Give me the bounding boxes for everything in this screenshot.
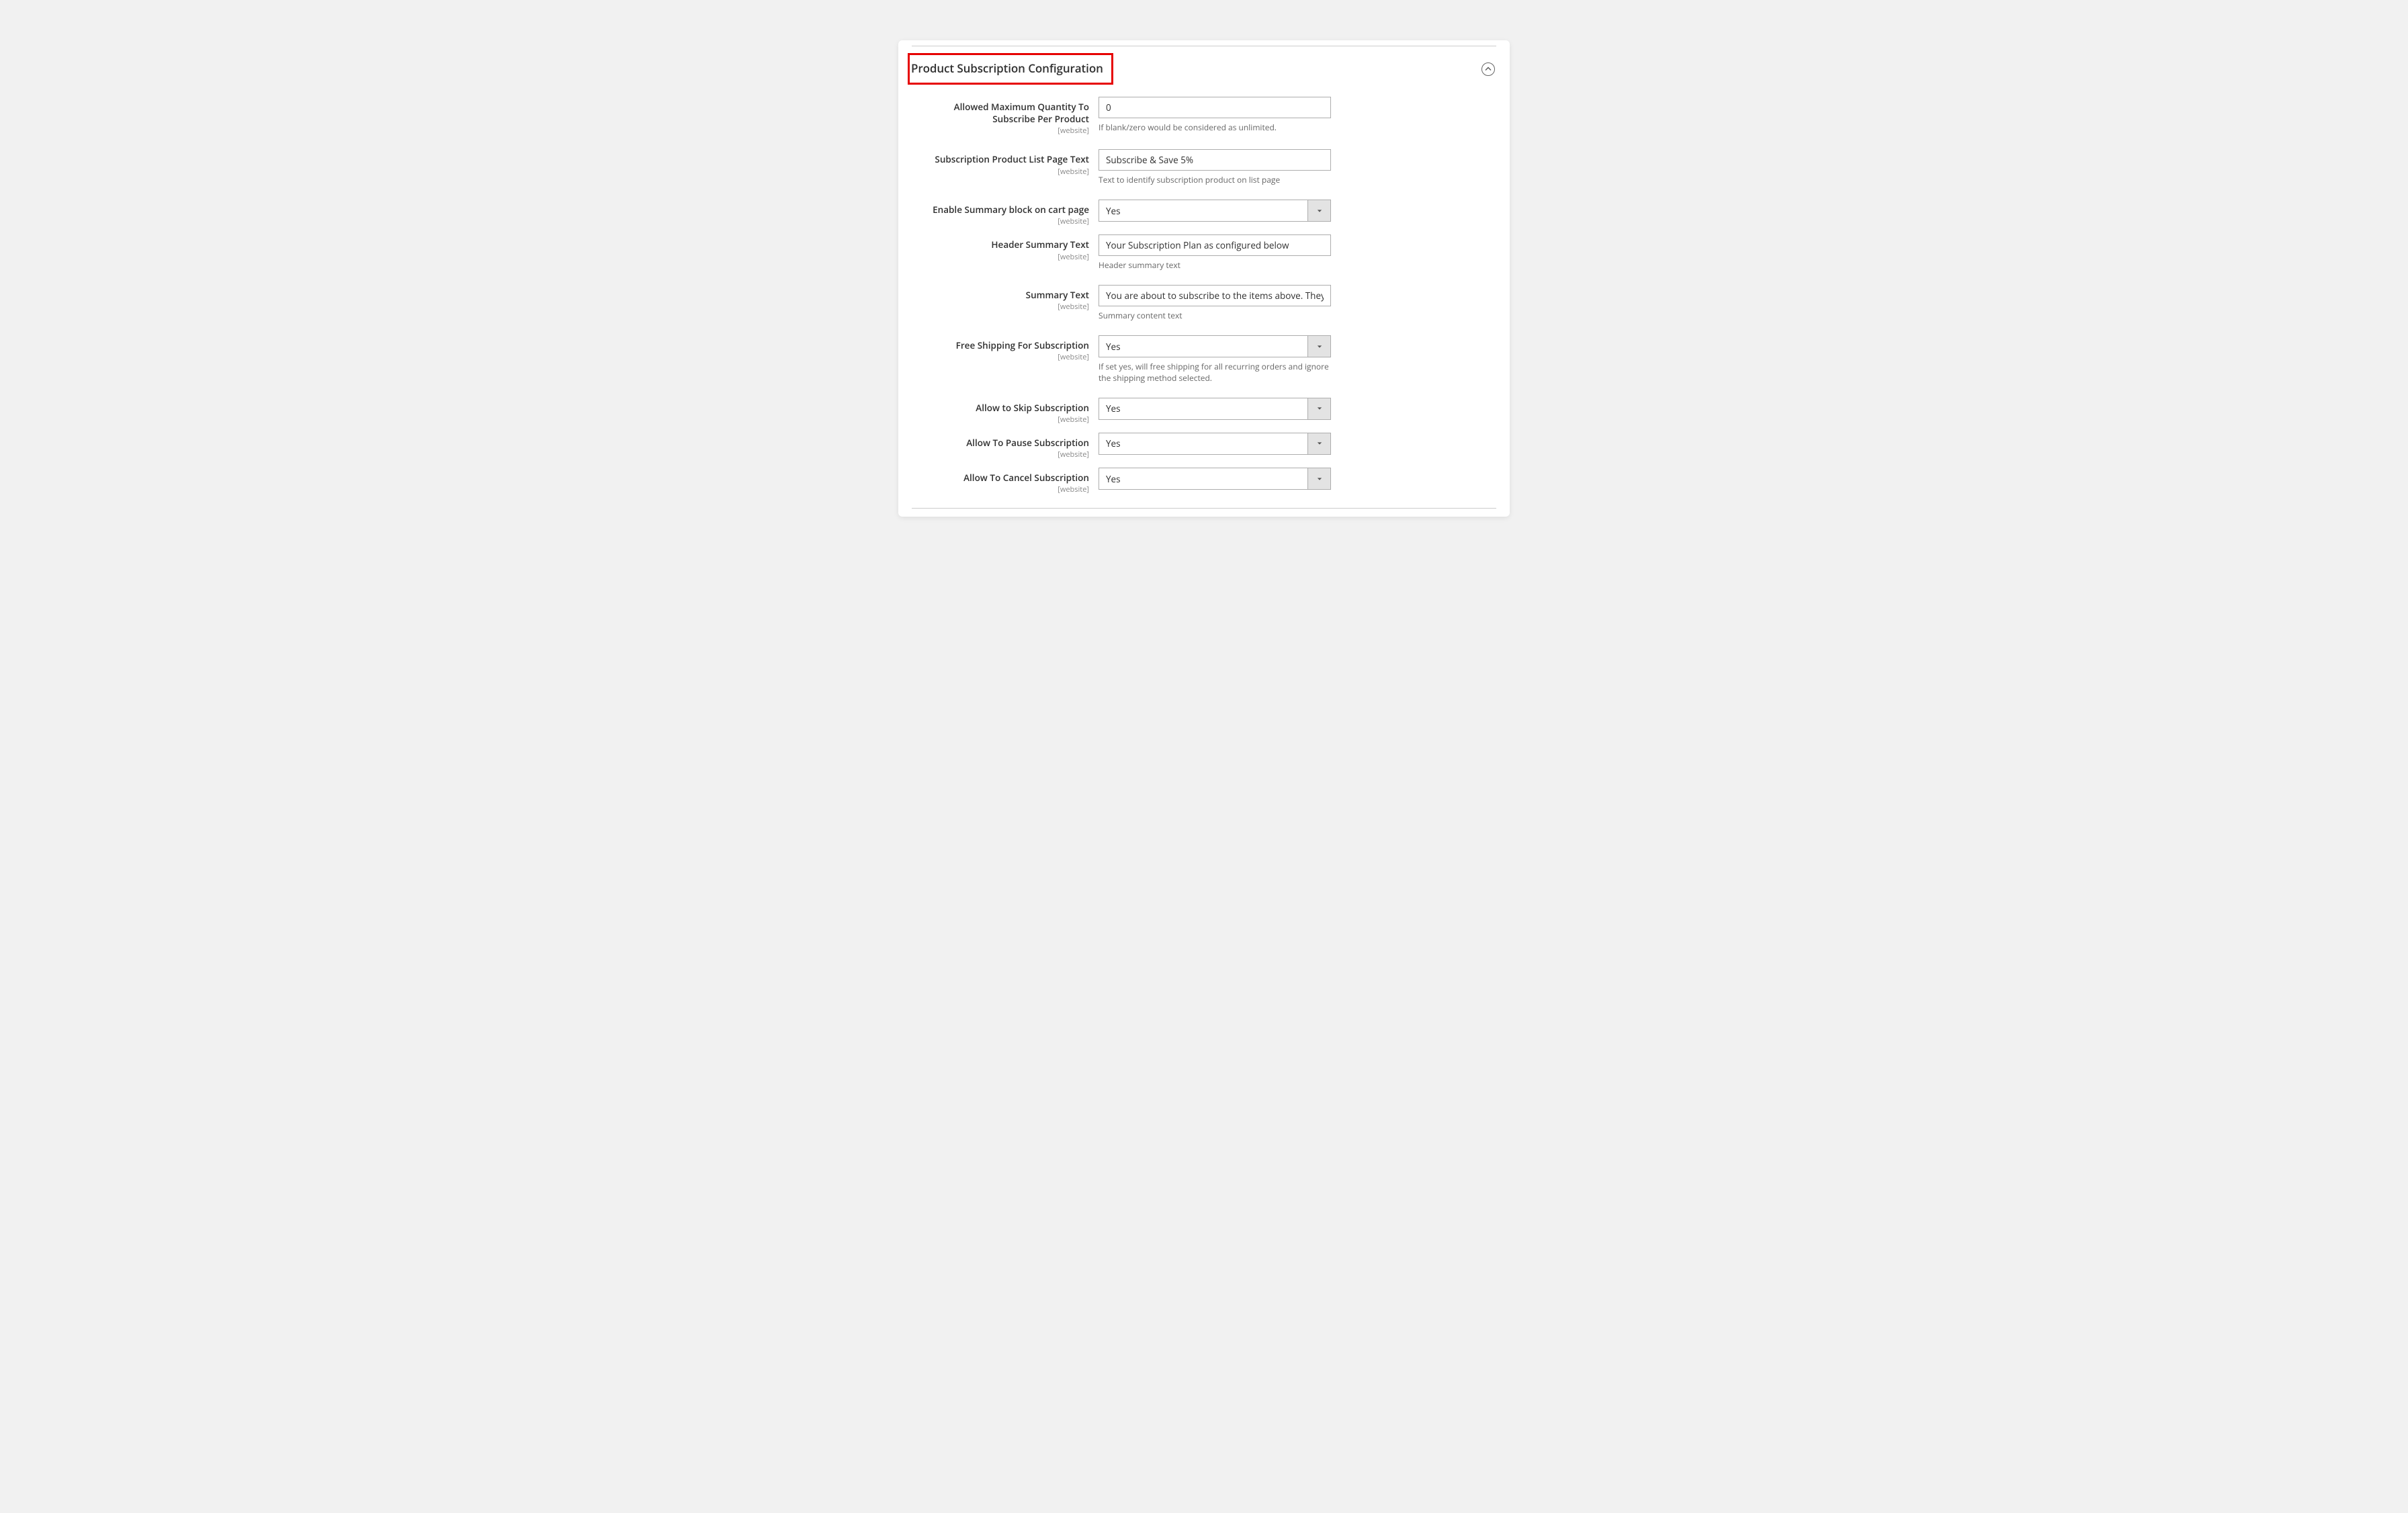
- field-scope: [website]: [912, 415, 1089, 425]
- collapse-toggle[interactable]: [1481, 62, 1495, 76]
- field-label: Subscription Product List Page Text: [912, 153, 1089, 165]
- input-col: Yes: [1099, 200, 1331, 222]
- allow-skip-select[interactable]: Yes: [1099, 398, 1331, 420]
- input-col: If blank/zero would be considered as unl…: [1099, 97, 1331, 134]
- select-arrow: [1307, 336, 1330, 357]
- label-col: Summary Text [website]: [912, 285, 1099, 312]
- select-arrow: [1307, 468, 1330, 489]
- label-col: Free Shipping For Subscription [website]: [912, 335, 1099, 362]
- select-value: Yes: [1099, 398, 1307, 419]
- field-scope: [website]: [912, 352, 1089, 362]
- chevron-up-icon: [1485, 66, 1492, 73]
- help-text: If set yes, will free shipping for all r…: [1099, 361, 1331, 384]
- field-label: Header Summary Text: [912, 239, 1089, 251]
- field-label: Allow To Pause Subscription: [912, 437, 1089, 449]
- input-col: Text to identify subscription product on…: [1099, 149, 1331, 186]
- help-text: If blank/zero would be considered as unl…: [1099, 122, 1331, 134]
- caret-down-icon: [1317, 406, 1322, 411]
- section-title: Product Subscription Configuration: [911, 60, 1103, 76]
- input-col: Yes: [1099, 398, 1331, 420]
- label-col: Allow to Skip Subscription [website]: [912, 398, 1099, 425]
- allow-cancel-select[interactable]: Yes: [1099, 468, 1331, 490]
- help-text: Text to identify subscription product on…: [1099, 175, 1331, 186]
- caret-down-icon: [1317, 476, 1322, 482]
- config-panel: Product Subscription Configuration Allow…: [898, 40, 1510, 517]
- label-col: Subscription Product List Page Text [web…: [912, 149, 1099, 176]
- summary-text-input[interactable]: [1099, 285, 1331, 306]
- input-col: Yes: [1099, 433, 1331, 455]
- field-scope: [website]: [912, 252, 1089, 262]
- select-value: Yes: [1099, 468, 1307, 489]
- field-label: Free Shipping For Subscription: [912, 339, 1089, 351]
- list-text-input[interactable]: [1099, 149, 1331, 171]
- field-list-text: Subscription Product List Page Text [web…: [912, 149, 1496, 186]
- field-label: Allow to Skip Subscription: [912, 402, 1089, 414]
- allow-pause-select[interactable]: Yes: [1099, 433, 1331, 455]
- enable-summary-select[interactable]: Yes: [1099, 200, 1331, 222]
- select-value: Yes: [1099, 336, 1307, 357]
- field-scope: [website]: [912, 449, 1089, 460]
- field-header-summary: Header Summary Text [website] Header sum…: [912, 234, 1496, 271]
- field-allow-pause: Allow To Pause Subscription [website] Ye…: [912, 433, 1496, 460]
- label-col: Allow To Pause Subscription [website]: [912, 433, 1099, 460]
- field-scope: [website]: [912, 167, 1089, 177]
- section-title-highlight: Product Subscription Configuration: [908, 53, 1113, 85]
- help-text: Summary content text: [1099, 310, 1331, 322]
- field-scope: [website]: [912, 126, 1089, 136]
- caret-down-icon: [1317, 441, 1322, 446]
- field-label: Allow To Cancel Subscription: [912, 472, 1089, 484]
- label-col: Allowed Maximum Quantity To Subscribe Pe…: [912, 97, 1099, 136]
- input-col: Summary content text: [1099, 285, 1331, 322]
- field-label: Enable Summary block on cart page: [912, 204, 1089, 216]
- select-arrow: [1307, 398, 1330, 419]
- section-header: Product Subscription Configuration: [912, 49, 1496, 97]
- field-enable-summary: Enable Summary block on cart page [websi…: [912, 200, 1496, 226]
- label-col: Header Summary Text [website]: [912, 234, 1099, 261]
- select-value: Yes: [1099, 200, 1307, 221]
- field-scope: [website]: [912, 302, 1089, 312]
- label-col: Allow To Cancel Subscription [website]: [912, 468, 1099, 494]
- field-scope: [website]: [912, 216, 1089, 226]
- input-col: Yes: [1099, 468, 1331, 490]
- select-arrow: [1307, 433, 1330, 454]
- label-col: Enable Summary block on cart page [websi…: [912, 200, 1099, 226]
- caret-down-icon: [1317, 344, 1322, 349]
- header-summary-input[interactable]: [1099, 234, 1331, 256]
- field-allow-cancel: Allow To Cancel Subscription [website] Y…: [912, 468, 1496, 494]
- help-text: Header summary text: [1099, 260, 1331, 271]
- select-value: Yes: [1099, 433, 1307, 454]
- max-qty-input[interactable]: [1099, 97, 1331, 118]
- field-allow-skip: Allow to Skip Subscription [website] Yes: [912, 398, 1496, 425]
- field-scope: [website]: [912, 484, 1089, 494]
- input-col: Header summary text: [1099, 234, 1331, 271]
- input-col: Yes If set yes, will free shipping for a…: [1099, 335, 1331, 384]
- caret-down-icon: [1317, 208, 1322, 214]
- field-free-shipping: Free Shipping For Subscription [website]…: [912, 335, 1496, 384]
- field-max-qty: Allowed Maximum Quantity To Subscribe Pe…: [912, 97, 1496, 136]
- select-arrow: [1307, 200, 1330, 221]
- field-label: Summary Text: [912, 289, 1089, 301]
- field-summary-text: Summary Text [website] Summary content t…: [912, 285, 1496, 322]
- divider-bottom: [912, 508, 1496, 509]
- field-label: Allowed Maximum Quantity To Subscribe Pe…: [912, 101, 1089, 125]
- free-shipping-select[interactable]: Yes: [1099, 335, 1331, 357]
